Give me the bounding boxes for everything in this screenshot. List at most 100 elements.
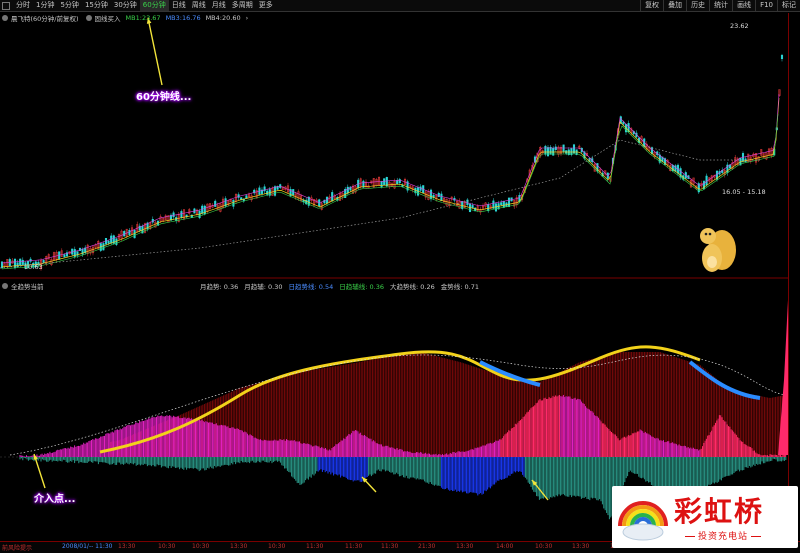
candle-body [232, 199, 235, 207]
period-tab[interactable]: 月线 [209, 0, 229, 11]
candle-body [29, 258, 32, 262]
sub-indicator-value: 0.71 [462, 283, 479, 291]
price-mid-label: 16.05 - 15.18 [722, 188, 766, 196]
tool-button[interactable]: 统计 [709, 0, 732, 12]
candle-body [172, 212, 175, 218]
tool-button[interactable]: 标记 [777, 0, 800, 12]
menu-square-icon[interactable] [2, 1, 10, 10]
candle-body [780, 54, 784, 60]
candle-body [203, 205, 206, 215]
sub-indicator-name[interactable]: 全趋势当前 [11, 281, 44, 291]
tool-button[interactable]: 叠加 [663, 0, 686, 12]
candle-body [398, 179, 401, 184]
rainbow-bridge-logo: 彩虹桥 投资充电站 [612, 486, 798, 548]
tool-button[interactable]: 画线 [732, 0, 755, 12]
candle-body [325, 196, 329, 204]
candle-body [133, 230, 136, 239]
time-tick-label: 10:30 [192, 543, 210, 550]
period-tab[interactable]: 60分钟 [139, 0, 169, 11]
period-tab[interactable]: 15分钟 [82, 0, 111, 11]
squirrel-belly [707, 256, 717, 268]
candle-body [466, 199, 469, 206]
time-tick-label: 前风险提示 [2, 545, 33, 552]
time-tick-label: 11:30 [345, 543, 363, 550]
candle-body [214, 200, 217, 207]
sub-indicator-label: 金势线: [440, 283, 463, 291]
candle-body [102, 243, 105, 251]
indicator-name[interactable]: 固线买入 [95, 13, 121, 23]
candle-body [396, 180, 399, 185]
period-tab[interactable]: 日线 [169, 0, 189, 11]
sub-indicator-value: 0.36 [367, 283, 384, 291]
sub-indicator-value: 0.36 [221, 283, 239, 291]
sub-indicator-label: 月趋势: [200, 283, 222, 291]
price-axis[interactable] [788, 13, 800, 541]
candle-body [429, 189, 433, 200]
period-tab[interactable]: 5分钟 [57, 0, 81, 11]
time-tick-label: 11:30 [381, 543, 399, 550]
tool-button[interactable]: F10 [755, 0, 777, 12]
chart-canvas[interactable] [0, 0, 800, 553]
candle-body [502, 201, 505, 208]
rainbow-logo-icon [618, 501, 668, 541]
right-tool-buttons: 复权 叠加 历史 统计 画线 F10 标记 [640, 0, 800, 12]
candle-body [19, 258, 22, 266]
sub-indicator-line: 全趋势当前 月趋势: 0.36 月趋辅: 0.30 日趋势线: 0.54 日趋辅线: … [0, 281, 479, 291]
logo-subtitle: 投资充电站 [682, 529, 764, 542]
candle-body [705, 175, 708, 186]
time-tick-label: 13:30 [230, 543, 248, 550]
sub-indicator-item: 大趋势线: 0.26 [390, 281, 435, 291]
ma-yellow-line [1, 97, 780, 268]
ma-magenta-line [1, 93, 780, 264]
squirrel-head [700, 228, 716, 244]
ma3-value: 20.60 [221, 14, 241, 22]
trend-dotted-line [0, 139, 760, 269]
candle-body [437, 192, 440, 197]
period-tab[interactable]: 周线 [189, 0, 209, 11]
sub-indicator-item: 月趋势: 0.36 [200, 281, 238, 291]
sub-indicator-value: 0.54 [316, 283, 334, 291]
period-tab[interactable]: 更多 [256, 0, 276, 11]
candlestick-series [0, 53, 784, 271]
period-annotation: 60分钟线... [136, 92, 192, 103]
sub-indicator-label: 月趋辅: [244, 283, 266, 291]
time-tick-label: 2008/01/-- 11:30 [62, 543, 113, 550]
candle-body [107, 240, 110, 244]
candle-body [8, 259, 11, 267]
time-tick-label: 21:30 [418, 543, 436, 550]
period-tab[interactable]: 1分钟 [33, 0, 57, 11]
squirrel-eye-2 [708, 232, 712, 236]
squirrel-mascot-icon [700, 228, 736, 272]
tool-button[interactable]: 复权 [640, 0, 663, 12]
period-tab[interactable]: 分时 [13, 0, 33, 11]
sub-settings-dot-icon[interactable] [2, 283, 8, 289]
sub-indicator-value: 0.30 [265, 283, 283, 291]
time-tick-label: 14:00 [496, 543, 514, 550]
main-indicator-line: 晨飞特(60分钟/前复权) 固线买入 MB1: 23.67 MB3: 16.76… [0, 13, 248, 23]
candle-body [380, 181, 383, 188]
more-arrow-icon[interactable]: › [246, 14, 249, 22]
time-tick-label: 10:30 [535, 543, 553, 550]
period-annotation-arrow [147, 17, 163, 86]
candle-body [42, 260, 45, 263]
tool-button[interactable]: 历史 [686, 0, 709, 12]
period-tab[interactable]: 30分钟 [111, 0, 140, 11]
time-tick-label: 13:30 [118, 543, 136, 550]
entry-point-annotation: 介入点... [34, 494, 76, 505]
price-high-label: 23.62 [730, 22, 749, 30]
price-low-label: 10.63 [24, 263, 43, 271]
candle-body [507, 197, 511, 207]
settings-dot-icon[interactable] [2, 15, 8, 21]
squirrel-eye [704, 232, 708, 236]
period-tabs: 分时 1分钟 5分钟 15分钟 30分钟 60分钟 日线 周线 月线 多周期 更多 [13, 0, 276, 11]
ma2-value: 16.76 [181, 14, 201, 22]
ma1-label: MB1: [125, 14, 142, 22]
candle-body [500, 202, 503, 205]
time-tick-label: 13:30 [572, 543, 590, 550]
time-tick-label: 10:30 [158, 543, 176, 550]
indicator-dot-icon[interactable] [85, 15, 92, 21]
period-tab[interactable]: 多周期 [229, 0, 256, 11]
sub-indicator-item: 月趋辅: 0.30 [244, 281, 282, 291]
candle-body [487, 204, 490, 212]
ma3-label: MB4: [205, 14, 222, 22]
